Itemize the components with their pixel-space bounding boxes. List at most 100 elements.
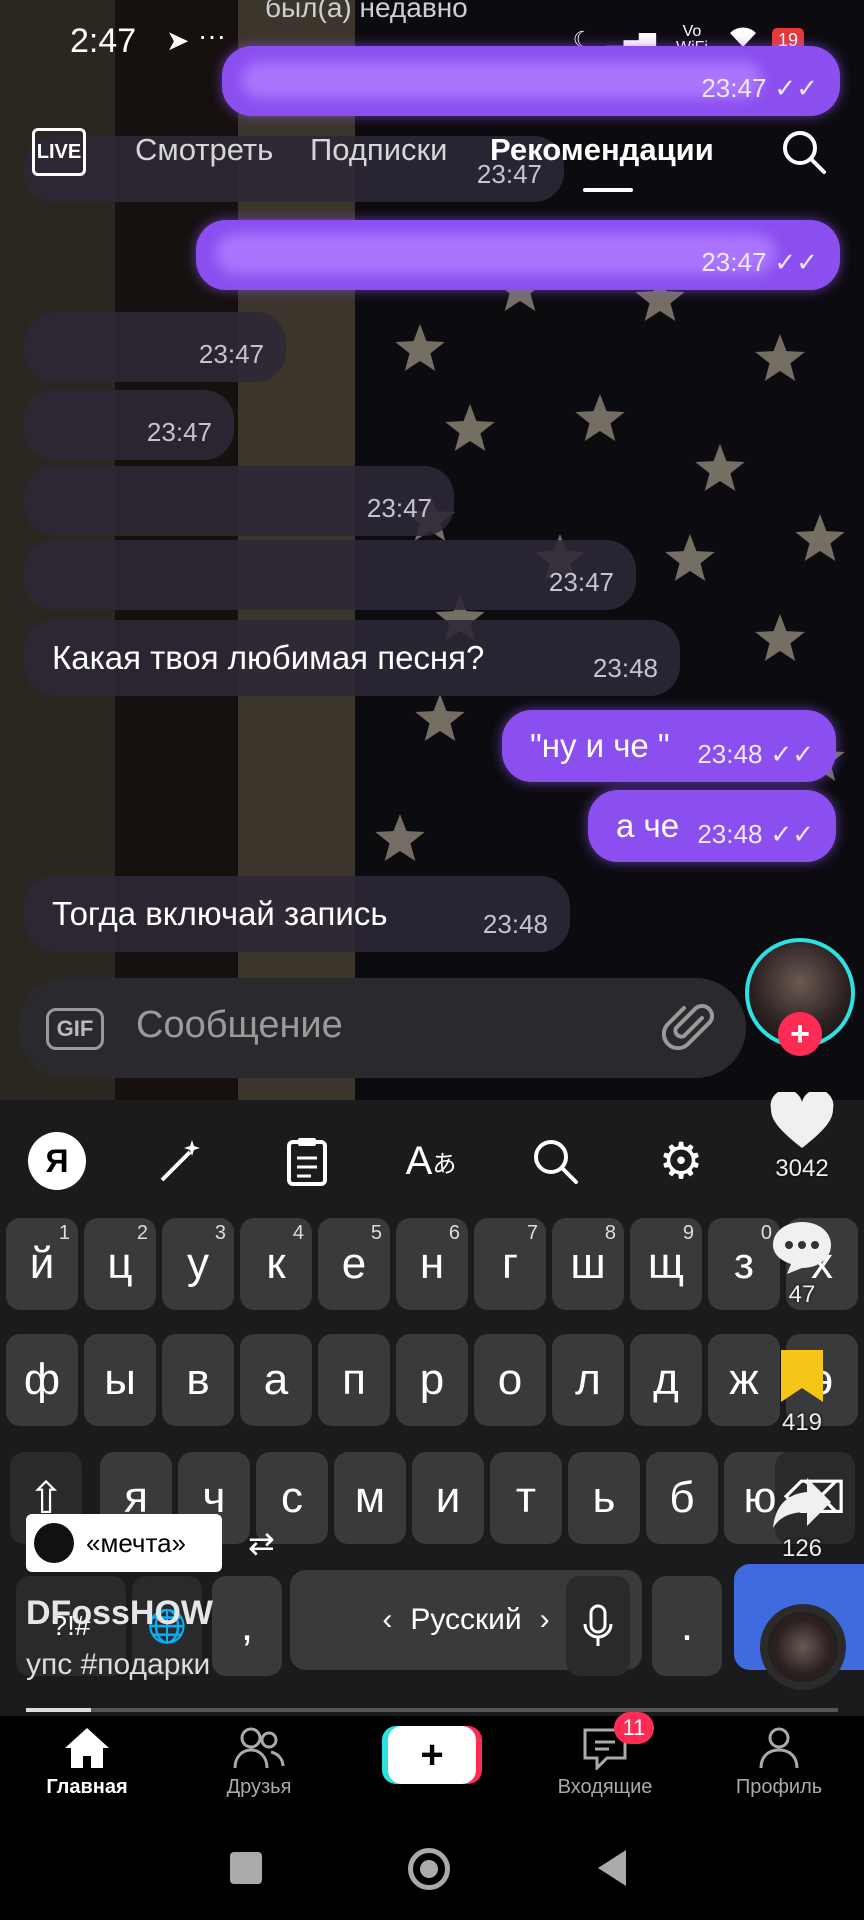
key-п[interactable]: п	[318, 1334, 390, 1426]
nav-home-label: Главная	[46, 1776, 128, 1798]
message-out-censored: 23:47 ✓✓	[196, 220, 840, 290]
gear-icon[interactable]: ⚙	[652, 1132, 710, 1190]
message-input[interactable]: Сообщение	[136, 1004, 343, 1047]
key-н[interactable]: н6	[396, 1218, 468, 1310]
message-meta: 23:48 ✓✓	[697, 739, 814, 769]
clock: 2:47	[70, 22, 137, 60]
feed-tabs: LIVE Смотреть Подписки Рекомендации	[0, 128, 864, 192]
key-ш[interactable]: ш8	[552, 1218, 624, 1310]
message-meta: 23:47 ✓✓	[701, 73, 818, 103]
recents-button[interactable]	[230, 1852, 262, 1884]
nav-profile-label: Профиль	[735, 1776, 823, 1798]
key-е[interactable]: е5	[318, 1218, 390, 1310]
back-button[interactable]	[598, 1850, 626, 1886]
paperclip-icon[interactable]	[661, 1000, 718, 1061]
share-arrow-icon	[773, 1478, 831, 1528]
message-out: а че 23:48 ✓✓	[588, 790, 836, 862]
tab-watch[interactable]: Смотреть	[135, 132, 273, 168]
key-д[interactable]: д	[630, 1334, 702, 1426]
create-button[interactable]: +	[388, 1726, 476, 1784]
message-text: Какая твоя любимая песня?	[52, 639, 485, 676]
key-ь[interactable]: ь	[568, 1452, 640, 1544]
follow-plus-icon[interactable]: +	[778, 1012, 822, 1056]
comma-key[interactable]: ,	[212, 1576, 282, 1676]
key-ф[interactable]: ф	[6, 1334, 78, 1426]
key-label: ц	[107, 1239, 133, 1288]
period-key[interactable]: .	[652, 1576, 722, 1676]
message-meta: 23:47	[548, 567, 614, 597]
video-progress[interactable]	[26, 1708, 838, 1712]
like-button[interactable]: 3042	[760, 1089, 844, 1183]
key-number-hint: 1	[58, 1222, 70, 1244]
key-р[interactable]: р	[396, 1334, 468, 1426]
magic-wand-icon[interactable]	[152, 1132, 210, 1190]
double-check-icon: ✓✓	[770, 819, 814, 849]
message-in-censored: 23:47	[24, 540, 636, 610]
music-disc[interactable]	[760, 1604, 846, 1690]
key-щ[interactable]: щ9	[630, 1218, 702, 1310]
system-nav-bar	[0, 1820, 864, 1920]
location-arrow-icon: ➤	[166, 25, 190, 56]
message-out-censored: 23:47 ✓✓	[222, 46, 840, 116]
sound-tag[interactable]: «мечта»	[26, 1514, 222, 1572]
microphone-icon[interactable]	[566, 1576, 630, 1676]
sound-avatar	[34, 1523, 74, 1563]
save-button[interactable]: 419	[760, 1348, 844, 1437]
video-author[interactable]: DFossHOW	[26, 1594, 213, 1633]
message-input-bar[interactable]: GIF Сообщение	[18, 978, 746, 1078]
tab-for-you[interactable]: Рекомендации	[490, 132, 714, 168]
message-meta: 23:47	[198, 339, 264, 369]
gif-button[interactable]: GIF	[46, 1008, 104, 1050]
chevron-right-icon: ›	[539, 1603, 550, 1636]
key-label: щ	[647, 1239, 685, 1288]
repost-icon[interactable]: ⇄	[248, 1524, 275, 1562]
key-label: у	[187, 1239, 209, 1288]
nav-inbox[interactable]: Входящие	[530, 1726, 680, 1799]
key-к[interactable]: к4	[240, 1218, 312, 1310]
key-label: й	[29, 1239, 55, 1288]
share-button[interactable]: 126	[760, 1474, 844, 1563]
nav-home[interactable]: Главная	[12, 1726, 162, 1799]
more-notifications-icon: ···	[198, 20, 226, 51]
search-icon[interactable]	[526, 1132, 584, 1190]
bookmark-icon	[781, 1350, 823, 1402]
key-number-hint: 9	[682, 1222, 694, 1244]
key-в[interactable]: в	[162, 1334, 234, 1426]
key-number-hint: 3	[214, 1222, 226, 1244]
key-ц[interactable]: ц2	[84, 1218, 156, 1310]
yandex-logo-icon[interactable]: Я	[28, 1132, 86, 1190]
key-у[interactable]: у3	[162, 1218, 234, 1310]
key-о[interactable]: о	[474, 1334, 546, 1426]
message-in-censored: 23:47	[24, 466, 454, 536]
key-number-hint: 5	[370, 1222, 382, 1244]
key-number-hint: 8	[604, 1222, 616, 1244]
live-button[interactable]: LIVE	[32, 128, 86, 176]
message-out: "ну и че " 23:48 ✓✓	[502, 710, 836, 782]
tab-following[interactable]: Подписки	[310, 132, 447, 168]
key-м[interactable]: м	[334, 1452, 406, 1544]
home-button[interactable]	[408, 1848, 450, 1890]
key-number-hint: 6	[448, 1222, 460, 1244]
nav-profile[interactable]: Профиль	[704, 1726, 854, 1799]
home-button-dot	[420, 1860, 438, 1878]
comment-count: 47	[788, 1281, 816, 1308]
share-count: 126	[781, 1535, 823, 1562]
comment-button[interactable]: 47	[760, 1218, 844, 1309]
message-meta: 23:47	[366, 493, 432, 523]
key-л[interactable]: л	[552, 1334, 624, 1426]
search-icon[interactable]	[780, 128, 828, 176]
clipboard-icon[interactable]	[278, 1132, 336, 1190]
message-meta: 23:48 ✓✓	[697, 819, 814, 849]
nav-friends[interactable]: Друзья	[184, 1726, 334, 1799]
key-label: г	[501, 1239, 519, 1288]
key-ы[interactable]: ы	[84, 1334, 156, 1426]
key-й[interactable]: й1	[6, 1218, 78, 1310]
translate-icon[interactable]: Aあ	[402, 1132, 460, 1190]
key-а[interactable]: а	[240, 1334, 312, 1426]
key-и[interactable]: и	[412, 1452, 484, 1544]
message-text: а че	[616, 807, 680, 844]
key-т[interactable]: т	[490, 1452, 562, 1544]
key-г[interactable]: г7	[474, 1218, 546, 1310]
key-б[interactable]: б	[646, 1452, 718, 1544]
key-number-hint: 2	[136, 1222, 148, 1244]
